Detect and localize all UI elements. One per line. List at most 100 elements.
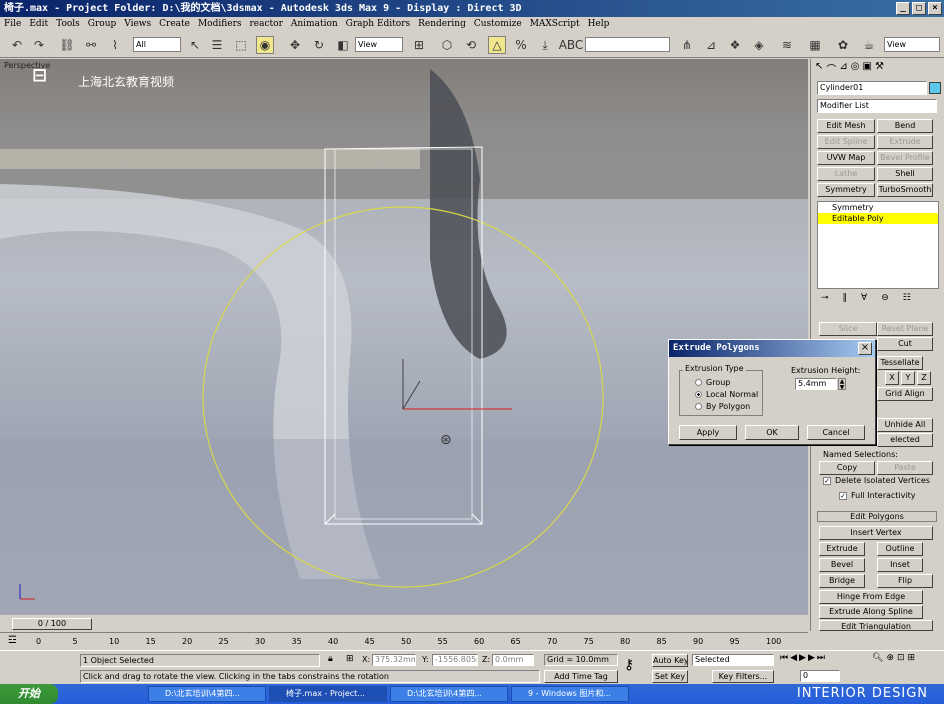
inset-button[interactable]: Inset (877, 558, 923, 572)
material-editor-icon[interactable]: ▦ (806, 36, 824, 54)
minimize-button[interactable]: _ (896, 2, 910, 15)
set-key-button[interactable]: Set Key (652, 670, 688, 683)
radio-group[interactable]: Group (695, 378, 730, 387)
hierarchy-tab-icon[interactable]: ⊿ (839, 61, 847, 77)
taskbar-item-picture-viewer[interactable]: 9 - Windows 图片和... (511, 686, 629, 702)
display-tab-icon[interactable]: ▣ (863, 61, 872, 77)
extrusion-height-input[interactable]: 5.4mm (795, 378, 837, 390)
grid-align-button[interactable]: Grid Align (877, 387, 933, 401)
modifier-button-shell[interactable]: Shell (877, 167, 933, 181)
create-tab-icon[interactable]: ↖ (815, 61, 823, 77)
show-end-result-icon[interactable]: ‖ (843, 293, 848, 307)
align-icon[interactable]: ⊿ (702, 36, 720, 54)
set-key-mode-icon[interactable]: ⚷ (624, 657, 634, 673)
menu-maxscript[interactable]: MAXScript (530, 17, 580, 32)
prev-frame-icon[interactable]: ◀ (790, 653, 797, 663)
bevel-button[interactable]: Bevel (819, 558, 865, 572)
track-bar[interactable]: ☲ 0 5 10 15 20 25 30 35 40 45 50 55 60 65 70 75 80 85 90 95… (0, 632, 808, 650)
hide-unselected-button[interactable]: elected (877, 433, 933, 447)
percent-snap-icon[interactable]: % (512, 36, 530, 54)
taskbar-item-3dsmax[interactable]: 椅子.max - Project... (269, 686, 387, 702)
modifier-button-symmetry[interactable]: Symmetry (817, 183, 875, 197)
modifier-button-uvw-map[interactable]: UVW Map (817, 151, 875, 165)
motion-tab-icon[interactable]: ◎ (851, 61, 860, 77)
remove-modifier-icon[interactable]: ⊖ (881, 293, 889, 307)
hinge-from-edge-button[interactable]: Hinge From Edge (819, 590, 923, 604)
select-object-icon[interactable]: ↖ (186, 36, 204, 54)
maximize-button[interactable]: □ (912, 2, 926, 15)
insert-vertex-button[interactable]: Insert Vertex (819, 526, 933, 540)
goto-end-icon[interactable]: ⏭ (817, 653, 825, 663)
next-frame-icon[interactable]: ▶ (808, 653, 815, 663)
rotate-icon[interactable]: ↻ (310, 36, 328, 54)
undo-icon[interactable]: ↶ (8, 36, 26, 54)
absolute-mode-icon[interactable]: ⊞ (346, 654, 354, 664)
redo-icon[interactable]: ↷ (30, 36, 48, 54)
make-unique-icon[interactable]: ∀ (861, 293, 867, 307)
radio-local-normal[interactable]: Local Normal (695, 390, 758, 399)
selection-filter-dropdown[interactable]: All (133, 37, 181, 52)
edit-polygons-rollout-header[interactable]: Edit Polygons (817, 511, 937, 522)
zoom-extents-icon[interactable]: ⊡ (897, 653, 905, 663)
play-icon[interactable]: ▶ (799, 653, 806, 663)
named-selection-set-dropdown[interactable] (585, 37, 670, 52)
modifier-list-dropdown[interactable]: Modifier List (817, 99, 937, 113)
outline-button[interactable]: Outline (877, 542, 923, 556)
time-slider-thumb[interactable]: 0 / 100 (12, 618, 92, 630)
y-coordinate-field[interactable]: -1556.805r (432, 654, 478, 666)
mini-curve-editor-icon[interactable]: ☲ (8, 635, 17, 646)
menu-customize[interactable]: Customize (474, 17, 522, 32)
taskbar-item-explorer-2[interactable]: D:\北玄培训\4第四... (390, 686, 508, 702)
taskbar-item-explorer-1[interactable]: D:\北玄培训\4第四... (148, 686, 266, 702)
mirror-icon[interactable]: ⋔ (678, 36, 696, 54)
render-type-dropdown[interactable]: View (884, 37, 940, 52)
delete-isolated-checkbox[interactable]: ✓ Delete Isolated Vertices (823, 476, 930, 485)
key-filters-button[interactable]: Key Filters... (712, 670, 774, 683)
cut-button[interactable]: Cut (877, 337, 933, 351)
edit-triangulation-button[interactable]: Edit Triangulation (819, 620, 933, 631)
menu-group[interactable]: Group (88, 17, 116, 32)
menu-views[interactable]: Views (124, 17, 151, 32)
start-button[interactable]: 开始 (0, 684, 58, 704)
edit-named-selection-icon[interactable]: ABC (559, 36, 584, 54)
menu-animation[interactable]: Animation (291, 17, 338, 32)
make-planar-z-button[interactable]: Z (917, 371, 931, 385)
lock-selection-icon[interactable]: 🔒︎ (328, 654, 333, 664)
unlink-icon[interactable]: ⚯ (82, 36, 100, 54)
extrude-along-spline-button[interactable]: Extrude Along Spline (819, 605, 923, 619)
menu-tools[interactable]: Tools (56, 17, 80, 32)
menu-create[interactable]: Create (159, 17, 190, 32)
tessellate-button[interactable]: Tessellate (877, 356, 923, 370)
menu-reactor[interactable]: reactor (250, 17, 283, 32)
pin-stack-icon[interactable]: ⊸ (821, 293, 829, 307)
schematic-view-icon[interactable]: ≋ (778, 36, 796, 54)
angle-snap-icon[interactable]: △ (488, 36, 506, 54)
rectangular-selection-icon[interactable]: ⬚ (232, 36, 250, 54)
menu-file[interactable]: File (4, 17, 21, 32)
menu-help[interactable]: Help (588, 17, 610, 32)
bind-to-space-warp-icon[interactable]: ⌇ (106, 36, 124, 54)
curve-editor-icon[interactable]: ◈ (750, 36, 768, 54)
utilities-tab-icon[interactable]: ⚒ (875, 61, 884, 77)
radio-by-polygon[interactable]: By Polygon (695, 402, 750, 411)
zoom-icon[interactable]: 🔍︎ (872, 653, 883, 663)
dialog-close-button[interactable]: × (858, 342, 872, 355)
flip-button[interactable]: Flip (877, 574, 933, 588)
z-coordinate-field[interactable]: 0.0mm (492, 654, 534, 666)
full-interactivity-checkbox[interactable]: ✓ Full Interactivity (839, 491, 916, 500)
modifier-button-turbosmooth[interactable]: TurboSmooth (877, 183, 933, 197)
reference-coordinate-dropdown[interactable]: View (355, 37, 403, 52)
render-scene-icon[interactable]: ✿ (834, 36, 852, 54)
window-crossing-icon[interactable]: ◉ (256, 36, 274, 54)
extrusion-height-spinner[interactable]: ▲ ▼ (838, 378, 846, 391)
time-slider[interactable]: 0 / 100 (0, 616, 808, 632)
add-time-tag-button[interactable]: Add Time Tag (544, 670, 618, 683)
key-selection-dropdown[interactable]: Selected (692, 654, 774, 666)
scale-icon[interactable]: ◧ (334, 36, 352, 54)
modifier-button-edit-mesh[interactable]: Edit Mesh (817, 119, 875, 133)
layer-manager-icon[interactable]: ❖ (726, 36, 744, 54)
configure-modifier-sets-icon[interactable]: ☷ (903, 293, 911, 307)
current-frame-field[interactable]: 0 (800, 670, 840, 682)
object-name-field[interactable]: Cylinder01 (817, 81, 927, 95)
cancel-button[interactable]: Cancel (807, 425, 865, 440)
